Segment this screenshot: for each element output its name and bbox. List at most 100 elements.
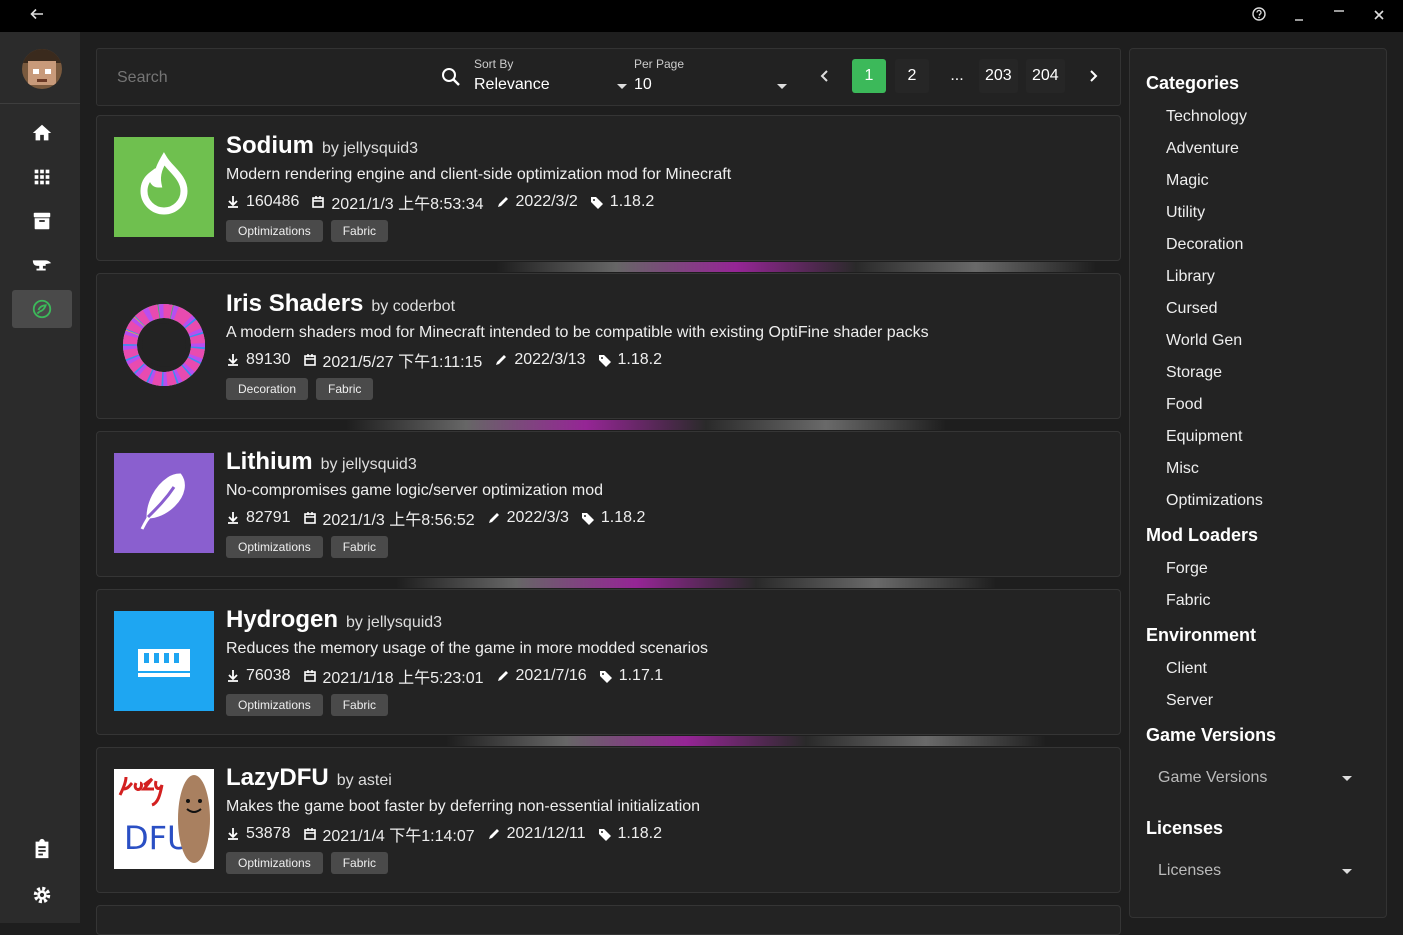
mod-loaders-heading: Mod Loaders [1146, 525, 1259, 545]
category-technology[interactable]: Technology [1166, 108, 1247, 126]
mod-meta: 53878 2021/1/4 下午1:14:07 2021/12/11 1.18… [226, 822, 674, 846]
page-1-button[interactable]: 1 [852, 59, 886, 93]
category-equipment[interactable]: Equipment [1166, 428, 1243, 446]
category-decoration[interactable]: Decoration [1166, 236, 1243, 254]
settings-gear-icon[interactable] [12, 876, 72, 914]
category-adventure[interactable]: Adventure [1166, 140, 1239, 158]
category-library[interactable]: Library [1166, 268, 1215, 286]
minimize-icon[interactable] [1289, 6, 1309, 26]
mod-title[interactable]: Hydrogen by jellysquid3 [226, 606, 442, 634]
mod-author[interactable]: by jellysquid3 [346, 614, 442, 631]
environment-server[interactable]: Server [1166, 692, 1213, 710]
sort-by-value: Relevance [474, 76, 550, 93]
page-ellipsis: ... [950, 67, 964, 84]
page-203-button[interactable]: 203 [979, 59, 1018, 93]
mod-card-lazydfu[interactable]: DFU LazyDFU by astei Makes the game boot … [96, 747, 1121, 893]
tag-fabric[interactable]: Fabric [316, 378, 374, 400]
game-versions-select[interactable]: Game Versions [1146, 756, 1370, 800]
tag-optimizations[interactable]: Optimizations [226, 694, 323, 716]
loader-fabric[interactable]: Fabric [1166, 592, 1210, 610]
tag-optimizations[interactable]: Optimizations [226, 536, 323, 558]
mod-card-partial[interactable] [96, 905, 1121, 935]
tag-fabric[interactable]: Fabric [330, 536, 389, 558]
tag-fabric[interactable]: Fabric [330, 852, 389, 874]
mods-icon[interactable] [12, 290, 72, 328]
tag-fabric[interactable]: Fabric [330, 694, 389, 716]
game-version: 1.17.1 [618, 667, 664, 684]
category-magic[interactable]: Magic [1166, 172, 1209, 190]
clipboard-icon[interactable] [12, 830, 72, 868]
category-utility[interactable]: Utility [1166, 204, 1205, 222]
back-arrow-icon[interactable] [30, 7, 50, 25]
chevron-down-icon [1342, 869, 1352, 874]
tag-icon [598, 829, 611, 841]
category-storage[interactable]: Storage [1166, 364, 1222, 382]
mod-author[interactable]: by coderbot [371, 298, 455, 315]
updated-date: 2022/3/13 [514, 351, 586, 368]
next-page-chevron-icon[interactable] [1077, 59, 1111, 93]
mod-description: No-compromises game logic/server optimiz… [226, 482, 604, 499]
environment-heading: Environment [1146, 625, 1257, 645]
created-date: 2021/1/3 上午8:53:34 [331, 196, 484, 213]
mod-title[interactable]: Sodium by jellysquid3 [226, 132, 418, 160]
close-icon[interactable] [1369, 6, 1389, 26]
category-food[interactable]: Food [1166, 396, 1202, 414]
licenses-select[interactable]: Licenses [1146, 849, 1370, 893]
game-versions-placeholder: Game Versions [1158, 769, 1268, 786]
mod-card-lithium[interactable]: Lithium by jellysquid3 No-compromises gam… [96, 431, 1121, 577]
anvil-icon[interactable] [12, 246, 72, 284]
tag-fabric[interactable]: Fabric [330, 220, 389, 242]
avatar[interactable] [22, 49, 62, 89]
main-content: Sort By Relevance Per Page 10 1 2 ... 20… [96, 48, 1121, 935]
help-icon[interactable] [1249, 6, 1269, 26]
download-icon [228, 196, 238, 208]
categories-heading: Categories [1146, 73, 1240, 93]
mod-card-sodium[interactable]: Sodium by jellysquid3 Modern rendering en… [96, 115, 1121, 261]
category-misc[interactable]: Misc [1166, 460, 1199, 478]
mod-meta: 160486 2021/1/3 上午8:53:34 2022/3/2 1.18.… [226, 190, 666, 214]
created-date: 2021/5/27 下午1:11:15 [322, 354, 483, 371]
home-icon[interactable] [12, 114, 72, 152]
prev-page-chevron-icon[interactable] [807, 59, 841, 93]
environment-client[interactable]: Client [1166, 660, 1207, 678]
mod-meta: 82791 2021/1/3 上午8:56:52 2022/3/3 1.18.2 [226, 506, 657, 530]
download-count: 160486 [246, 193, 300, 210]
category-cursed[interactable]: Cursed [1166, 300, 1218, 318]
page-204-button[interactable]: 204 [1026, 59, 1065, 93]
card-separator [96, 736, 1121, 746]
tag-icon [598, 355, 611, 367]
tag-decoration[interactable]: Decoration [226, 378, 309, 400]
tag-optimizations[interactable]: Optimizations [226, 852, 323, 874]
category-world-gen[interactable]: World Gen [1166, 332, 1242, 350]
grid-icon[interactable] [12, 158, 72, 196]
chevron-down-icon [1342, 776, 1352, 781]
maximize-icon[interactable] [1329, 6, 1349, 26]
tag-optimizations[interactable]: Optimizations [226, 220, 323, 242]
category-optimizations[interactable]: Optimizations [1166, 492, 1263, 510]
loader-forge[interactable]: Forge [1166, 560, 1208, 578]
mod-title[interactable]: Iris Shaders by coderbot [226, 290, 455, 318]
chevron-down-icon [617, 84, 627, 89]
licenses-heading: Licenses [1146, 818, 1224, 838]
archive-icon[interactable] [12, 202, 72, 240]
mod-author[interactable]: by astei [337, 772, 392, 789]
pencil-icon [496, 355, 507, 365]
mod-card-hydrogen[interactable]: Hydrogen by jellysquid3 Reduces the memor… [96, 589, 1121, 735]
search-icon[interactable] [440, 66, 462, 88]
search-input[interactable] [117, 67, 417, 89]
mod-author[interactable]: by jellysquid3 [322, 140, 418, 157]
tag-icon [590, 197, 603, 209]
mod-meta: 89130 2021/5/27 下午1:11:15 2022/3/13 1.18… [226, 348, 674, 372]
card-separator [96, 578, 1121, 588]
licenses-placeholder: Licenses [1158, 862, 1222, 879]
updated-date: 2021/12/11 [506, 825, 586, 842]
mod-meta: 76038 2021/1/18 上午5:23:01 2021/7/16 1.17… [226, 664, 675, 688]
download-count: 53878 [246, 825, 291, 842]
page-2-button[interactable]: 2 [895, 59, 929, 93]
mod-author[interactable]: by jellysquid3 [321, 456, 417, 473]
mod-title[interactable]: Lithium by jellysquid3 [226, 448, 417, 476]
mod-card-iris-shaders[interactable]: Iris Shaders by coderbot A modern shaders… [96, 273, 1121, 419]
updated-date: 2022/3/2 [515, 193, 578, 210]
mod-description: Makes the game boot faster by deferring … [226, 798, 701, 815]
mod-title[interactable]: LazyDFU by astei [226, 764, 392, 792]
